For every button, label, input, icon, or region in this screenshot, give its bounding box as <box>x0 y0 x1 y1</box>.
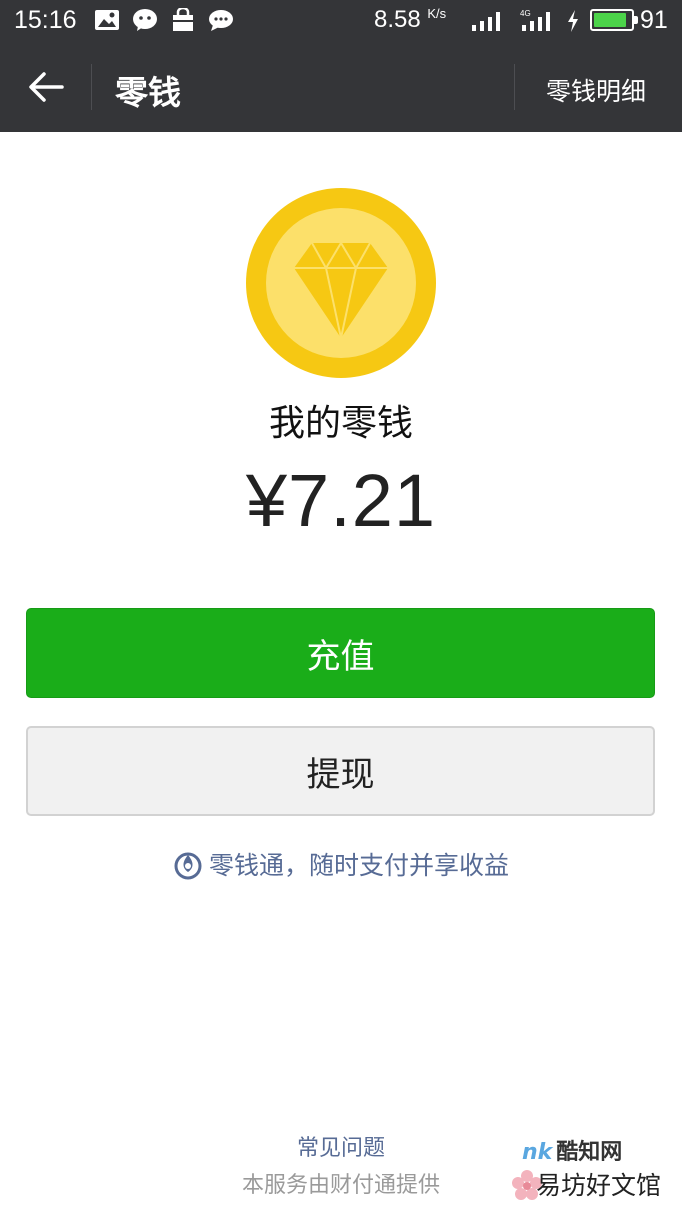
watermark: nk 酷知网 易坊好文馆 <box>508 1132 678 1208</box>
image-icon <box>94 8 120 32</box>
battery-percent: 91 <box>640 6 668 34</box>
licaitong-link[interactable]: 零钱通，随时支付并享收益 <box>0 846 682 882</box>
page-title: 零钱 <box>115 73 181 112</box>
withdraw-button[interactable]: 提现 <box>26 726 655 816</box>
notification-icons <box>94 6 234 32</box>
watermark-brand-top: nk 酷知网 <box>522 1134 622 1166</box>
signal-icon <box>470 9 506 37</box>
signal-4g-icon: 4G <box>520 9 556 37</box>
withdraw-button-label: 提现 <box>306 754 375 795</box>
title-divider <box>91 64 92 110</box>
network-speed-value: 8.58 <box>374 6 421 33</box>
title-bar: 零钱 零钱明细 <box>0 42 682 132</box>
back-button[interactable] <box>20 64 72 110</box>
battery-icon <box>590 9 638 31</box>
diamond-icon <box>294 241 388 339</box>
battery-tip <box>634 16 638 24</box>
bag-icon <box>170 6 196 32</box>
watermark-brand-name: 酷知网 <box>556 1140 623 1165</box>
change-details-link[interactable]: 零钱明细 <box>546 72 646 108</box>
diamond-coin-icon <box>246 188 436 378</box>
licaitong-text: 零钱通，随时支付并享收益 <box>208 851 509 880</box>
recharge-button[interactable]: 充值 <box>26 608 655 698</box>
arrow-left-icon <box>29 72 64 102</box>
wallet-label: 我的零钱 <box>268 403 413 444</box>
balance-amount: ¥7.21 <box>245 459 437 542</box>
licaitong-icon <box>173 850 203 880</box>
network-speed-unit: K/s <box>427 6 447 21</box>
status-time: 15:16 <box>14 6 77 34</box>
title-divider <box>514 64 515 110</box>
network-speed: 8.58 K/s <box>374 6 446 34</box>
watermark-brand-bottom: 易坊好文馆 <box>536 1171 662 1200</box>
battery-fill <box>594 13 627 27</box>
recharge-button-label: 充值 <box>306 636 375 677</box>
network-type-label: 4G <box>520 9 531 18</box>
watermark-brand-mark: nk <box>522 1140 553 1165</box>
charging-icon <box>566 9 580 37</box>
status-bar: 15:16 8.58 K/s 4G 91 <box>0 0 682 42</box>
chat-bubble-icon <box>208 8 234 32</box>
wechat-icon <box>132 8 158 32</box>
